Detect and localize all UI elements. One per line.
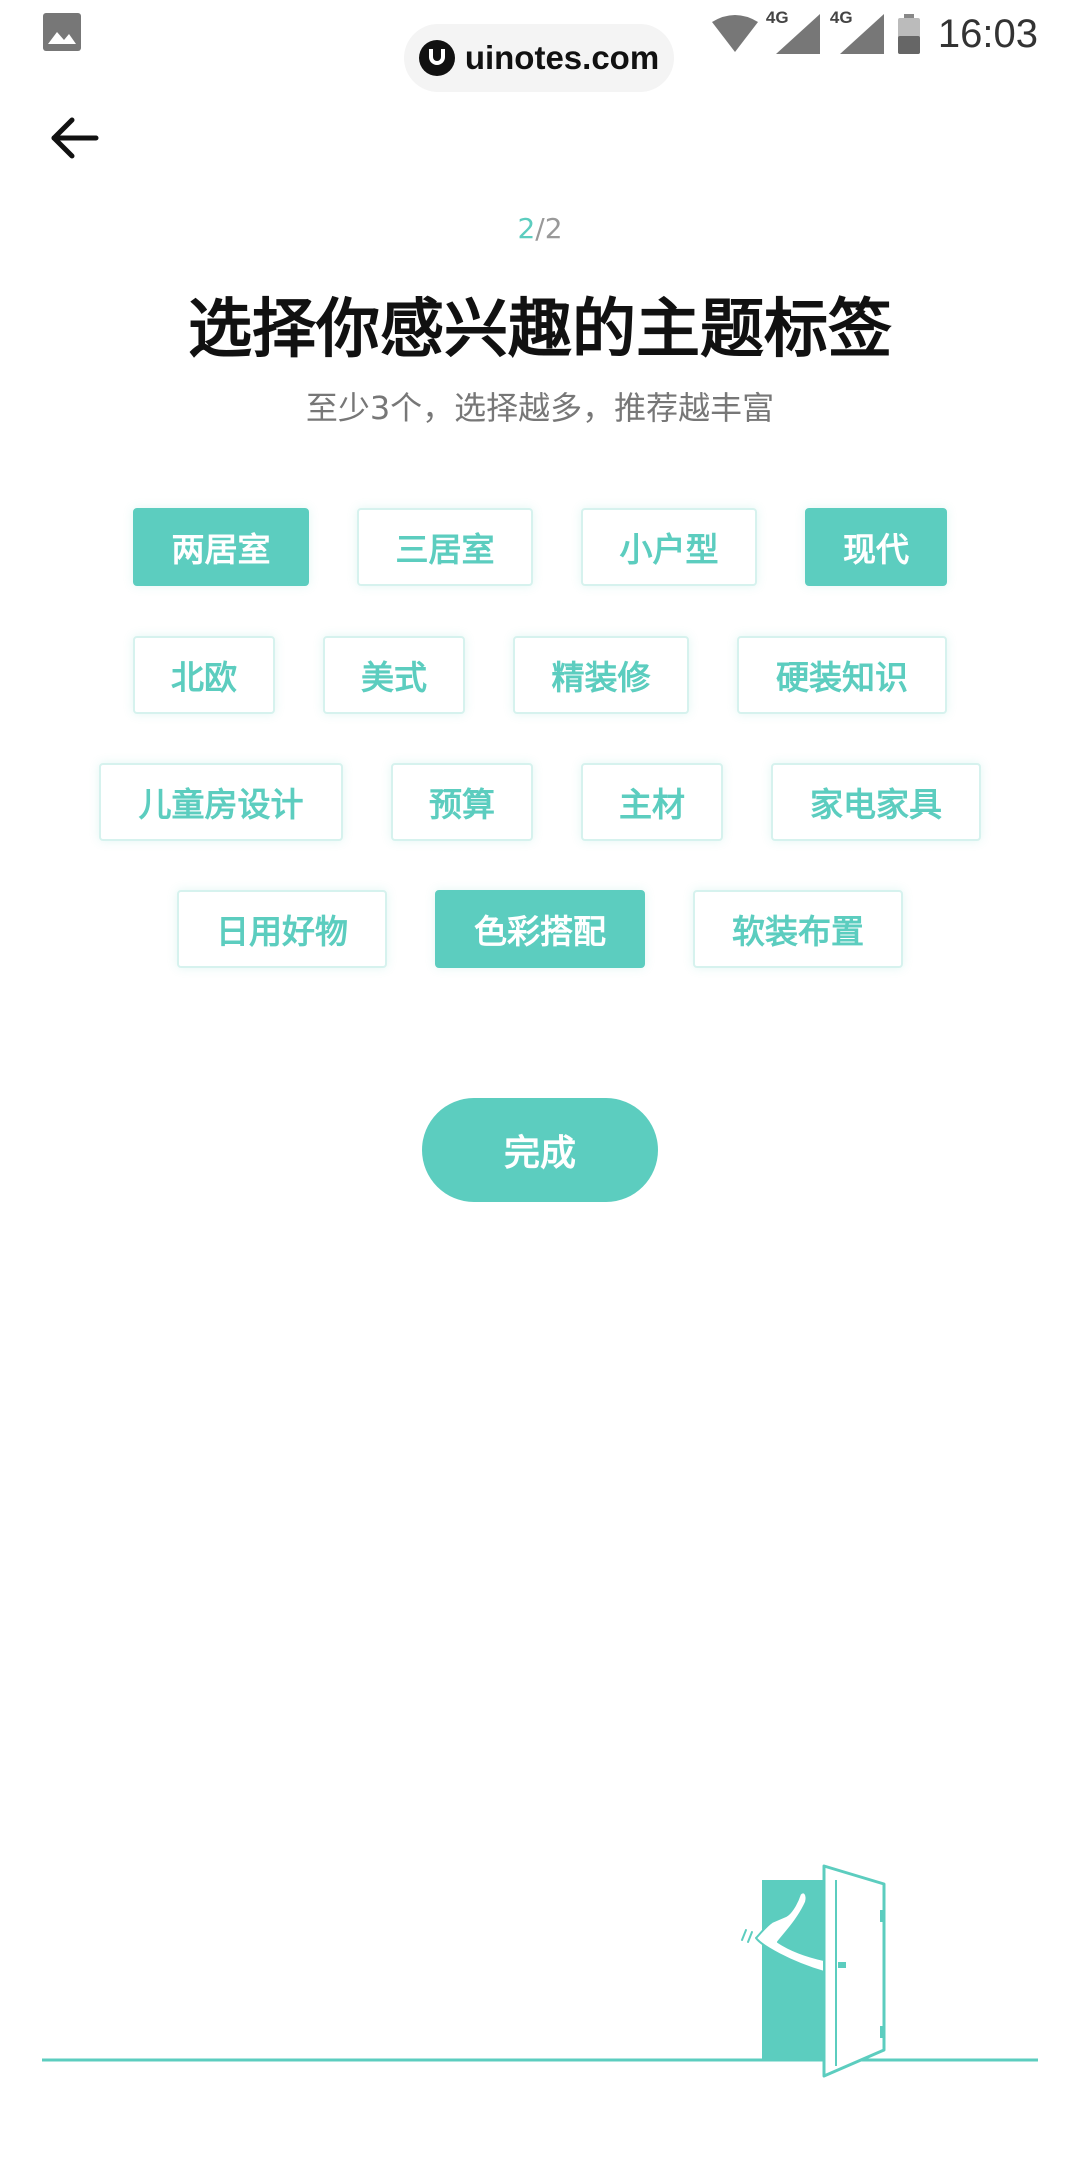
arrow-left-icon: [51, 117, 99, 159]
uinotes-logo-icon: [418, 40, 455, 76]
watermark: uinotes.com: [404, 24, 674, 92]
done-button-label: 完成: [503, 1133, 576, 1174]
tag-three-bedroom[interactable]: 三居室: [357, 508, 533, 586]
tag-label: 硬装知识: [776, 658, 908, 697]
tag-label: 美式: [361, 658, 427, 697]
tag-label: 家电家具: [810, 785, 942, 824]
door-handle: [838, 1962, 846, 1968]
tag-row-3: 儿童房设计 预算 主材 家电家具: [0, 763, 1080, 841]
tag-label: 精装修: [551, 658, 651, 697]
tag-nordic[interactable]: 北欧: [133, 636, 275, 714]
tag-main-materials[interactable]: 主材: [581, 763, 723, 841]
cellular-signal-1: 4G: [766, 8, 824, 58]
tag-label: 主材: [619, 785, 685, 824]
signal-icon: [839, 14, 884, 54]
tag-appliances-furniture[interactable]: 家电家具: [771, 763, 981, 841]
step-separator: /: [535, 212, 545, 245]
door-illustration: [42, 1864, 1038, 2078]
watermark-text: uinotes.com: [464, 39, 660, 76]
back-button[interactable]: [44, 108, 104, 168]
status-time: 16:03: [937, 11, 1038, 56]
tag-modern[interactable]: 现代: [805, 508, 947, 586]
tag-daily-goods[interactable]: 日用好物: [177, 890, 387, 968]
tag-fine-decoration[interactable]: 精装修: [513, 636, 689, 714]
tag-budget[interactable]: 预算: [391, 763, 533, 841]
tag-label: 儿童房设计: [138, 785, 304, 824]
tag-label: 现代: [843, 530, 909, 569]
tag-row-1: 两居室 三居室 小户型 现代: [0, 508, 1080, 586]
tag-label: 日用好物: [216, 912, 348, 951]
tag-row-4: 日用好物 色彩搭配 软装布置: [0, 890, 1080, 968]
tag-two-bedroom[interactable]: 两居室: [133, 508, 309, 586]
tag-label: 预算: [429, 785, 495, 824]
tag-soft-furnishing[interactable]: 软装布置: [693, 890, 903, 968]
page-title: 选择你感兴趣的主题标签: [188, 293, 892, 367]
door-leaf: [822, 1864, 886, 2078]
tag-kids-room-design[interactable]: 儿童房设计: [99, 763, 343, 841]
tag-small-apartment[interactable]: 小户型: [581, 508, 757, 586]
gallery-icon: [43, 13, 81, 51]
step-total: 2: [544, 212, 563, 245]
tag-label: 小户型: [619, 530, 719, 569]
wifi-icon: [711, 15, 758, 52]
tag-american[interactable]: 美式: [323, 636, 465, 714]
tag-label: 两居室: [171, 530, 271, 569]
page-subtitle: 至少3个，选择越多，推荐越丰富: [305, 389, 775, 427]
tag-label: 三居室: [395, 530, 495, 569]
step-current: 2: [517, 212, 536, 245]
battery-icon: [897, 14, 920, 54]
tag-color-matching[interactable]: 色彩搭配: [435, 890, 645, 968]
tag-label: 软装布置: [732, 912, 864, 951]
step-indicator: 2/2: [0, 212, 1080, 245]
tag-hard-decoration-knowledge[interactable]: 硬装知识: [737, 636, 947, 714]
tag-row-2: 北欧 美式 精装修 硬装知识: [0, 636, 1080, 714]
done-button[interactable]: 完成: [422, 1098, 658, 1202]
tag-label: 色彩搭配: [474, 912, 606, 951]
tag-label: 北欧: [171, 658, 237, 697]
signal-icon: [775, 14, 820, 54]
cellular-signal-2: 4G: [830, 8, 888, 58]
